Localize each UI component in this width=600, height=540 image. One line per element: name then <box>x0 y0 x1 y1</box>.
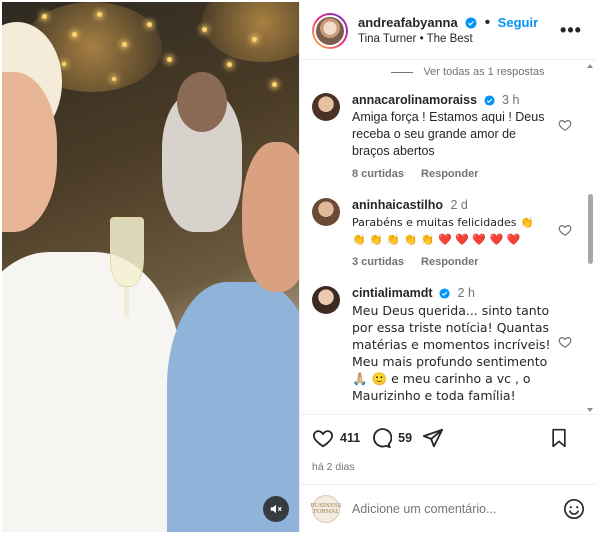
person-blue-dress <box>167 282 299 532</box>
lights-glow <box>202 2 299 62</box>
comment-time[interactable]: 2 h <box>458 286 475 300</box>
comment-body: aninhaicastilho 2 d Parabéns e muitas fe… <box>352 197 570 271</box>
comments-count: 59 <box>398 431 413 445</box>
champagne-glass <box>110 217 144 287</box>
comment-input[interactable] <box>352 501 563 516</box>
string-light <box>122 42 127 47</box>
post-video[interactable] <box>2 2 299 532</box>
commenter-avatar[interactable] <box>312 198 340 226</box>
string-light <box>227 62 232 67</box>
string-light <box>112 77 116 81</box>
speaker-muted-icon <box>270 504 282 514</box>
comment-item: annacarolinamoraiss 3 h Amiga força ! Es… <box>300 84 582 189</box>
scrollbar-thumb[interactable] <box>588 194 593 264</box>
verified-badge-icon <box>439 288 450 299</box>
comment-item: cintialimamdt 2 h Meu Deus querida... si… <box>300 277 582 410</box>
follow-button[interactable]: Seguir <box>498 15 538 30</box>
commenter-avatar[interactable] <box>312 93 340 121</box>
instagram-post-modal: andreafabyanna • Seguir Tina Turner • Th… <box>0 0 600 540</box>
post-header: andreafabyanna • Seguir Tina Turner • Th… <box>300 2 596 60</box>
comment-like-heart-icon[interactable] <box>558 335 572 349</box>
string-light <box>202 27 207 32</box>
comment-like-heart-icon[interactable] <box>558 223 572 237</box>
person-background-head <box>177 72 227 132</box>
comment-text: Amiga força ! Estamos aqui ! Deus receba… <box>352 110 545 158</box>
reply-line <box>391 71 414 73</box>
emoji-picker-icon[interactable] <box>563 498 585 520</box>
comment-meta: 8 curtidas Responder <box>352 166 552 183</box>
verified-badge-icon <box>465 17 477 28</box>
reply-button[interactable]: Responder <box>421 256 478 268</box>
comment-time[interactable]: 3 h <box>502 93 519 107</box>
verified-badge-icon <box>484 95 495 106</box>
string-light <box>272 82 277 87</box>
comment-text: Parabéns e muitas felicidades 👏 <box>352 216 534 229</box>
likes-count[interactable]: 411 <box>340 431 360 445</box>
audio-track[interactable]: Tina Turner • The Best <box>358 31 558 47</box>
like-button[interactable]: 411 <box>312 427 360 449</box>
champagne-glass-stem <box>124 287 129 317</box>
string-light <box>252 37 257 42</box>
more-options-icon[interactable]: ••• <box>558 20 584 41</box>
post-timestamp[interactable]: há 2 dias <box>312 461 585 473</box>
post-header-text: andreafabyanna • Seguir Tina Turner • Th… <box>358 14 558 47</box>
reply-button[interactable]: Responder <box>421 168 478 180</box>
commenter-avatar[interactable] <box>312 286 340 314</box>
send-paper-plane-icon <box>422 428 444 448</box>
view-replies-label: Ver todas as 1 respostas <box>423 66 545 78</box>
string-light <box>62 62 66 66</box>
string-light <box>147 22 152 27</box>
current-user-avatar: BUSINESS FORMAL <box>311 494 341 523</box>
comment-likes[interactable]: 8 curtidas <box>352 168 404 180</box>
add-comment-bar: BUSINESS FORMAL <box>300 484 597 532</box>
post-side-panel: andreafabyanna • Seguir Tina Turner • Th… <box>299 2 597 532</box>
string-light <box>42 14 47 19</box>
author-username[interactable]: andreafabyanna <box>358 15 458 30</box>
comment-meta: 3 curtidas Responder <box>352 254 552 271</box>
heart-icon <box>312 430 334 448</box>
post-actions: 411 59 há 2 dias <box>300 414 597 473</box>
string-light <box>97 12 102 17</box>
save-button[interactable] <box>549 427 575 449</box>
comment-text: Meu Deus querida... sinto tanto por essa… <box>352 303 551 403</box>
string-light <box>167 57 172 62</box>
comment-button[interactable]: 59 <box>370 427 412 449</box>
string-light <box>72 32 77 37</box>
comment-body: cintialimamdt 2 h Meu Deus querida... si… <box>352 285 570 404</box>
comment-body: annacarolinamoraiss 3 h Amiga força ! Es… <box>352 92 570 183</box>
author-avatar[interactable] <box>312 12 348 49</box>
comment-bubble-icon <box>373 428 393 449</box>
bookmark-icon <box>552 428 566 448</box>
comment-likes[interactable]: 3 curtidas <box>352 256 404 268</box>
comments-scrollbar[interactable] <box>586 64 594 412</box>
commenter-username[interactable]: aninhaicastilho <box>352 198 443 212</box>
comments-list: Ver todas as 1 respostas annacarolinamor… <box>300 60 582 412</box>
mute-button[interactable] <box>263 496 289 522</box>
commenter-username[interactable]: annacarolinamoraiss <box>352 93 477 107</box>
comment-time[interactable]: 2 d <box>450 198 467 212</box>
person-smiling-face <box>242 142 299 292</box>
view-replies-toggle[interactable]: Ver todas as 1 respostas <box>354 60 582 84</box>
comment-item: aninhaicastilho 2 d Parabéns e muitas fe… <box>300 189 582 277</box>
action-row: 411 59 <box>312 425 585 451</box>
song-separator: • <box>419 32 424 45</box>
comment-like-heart-icon[interactable] <box>558 118 572 132</box>
comment-emoji-line: 👏 👏 👏 👏 👏 ❤️ ❤️ ❤️ ❤️ ❤️ <box>352 233 521 246</box>
song-title: The Best <box>426 32 473 45</box>
share-button[interactable] <box>422 427 450 449</box>
song-artist: Tina Turner <box>358 32 417 45</box>
commenter-username[interactable]: cintialimamdt <box>352 286 433 300</box>
scroll-down-arrow-icon[interactable] <box>587 408 593 412</box>
scroll-up-arrow-icon[interactable] <box>587 64 593 68</box>
person-white-dress <box>2 252 182 532</box>
